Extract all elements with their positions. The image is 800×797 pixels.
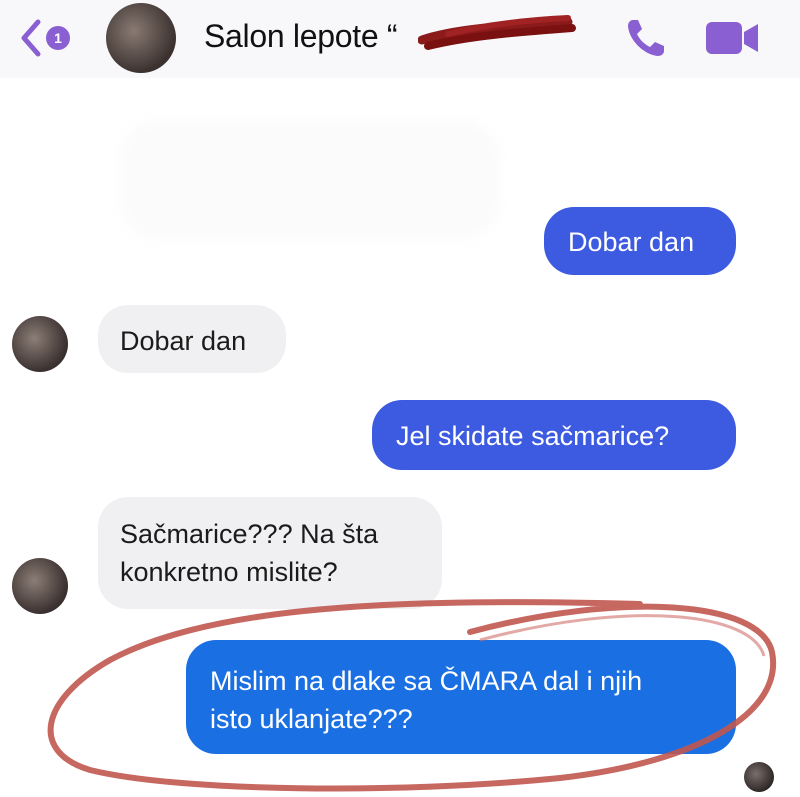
message-text: Jel skidate sačmarice?	[396, 421, 670, 451]
video-camera-icon[interactable]	[702, 16, 762, 60]
contact-avatar-small[interactable]	[12, 558, 68, 614]
message-bubble-outgoing[interactable]: Mislim na dlake sa ČMARA dal i njih isto…	[186, 640, 736, 754]
message-text: Dobar dan	[568, 227, 695, 257]
contact-avatar[interactable]	[106, 3, 176, 73]
message-bubble-incoming[interactable]: Sačmarice??? Na šta konkretno mislite?	[98, 497, 442, 609]
message-bubble-outgoing[interactable]: Jel skidate sačmarice?	[372, 400, 736, 470]
redaction-scribble	[418, 15, 576, 50]
back-button[interactable]: 1	[18, 16, 88, 60]
phone-icon[interactable]	[622, 14, 670, 62]
message-text-line: Sačmarice??? Na šta	[120, 519, 379, 549]
message-text-line: Mislim na dlake sa ČMARA dal i njih	[210, 666, 643, 696]
message-text-line: isto uklanjate???	[210, 704, 413, 734]
message-bubble-outgoing[interactable]: Dobar dan	[544, 207, 736, 275]
message-text-line: konkretno mislite?	[120, 557, 338, 587]
contact-avatar-small[interactable]	[12, 316, 68, 372]
seen-receipt-avatar	[744, 762, 774, 792]
contact-name[interactable]: Salon lepote “	[204, 18, 398, 55]
chevron-left-icon	[21, 19, 41, 57]
faded-area	[120, 120, 500, 240]
unread-count-badge: 1	[46, 26, 70, 50]
chat-header: 1 Salon lepote “	[0, 0, 800, 78]
message-bubble-incoming[interactable]: Dobar dan	[98, 305, 286, 373]
message-text: Dobar dan	[120, 326, 247, 356]
